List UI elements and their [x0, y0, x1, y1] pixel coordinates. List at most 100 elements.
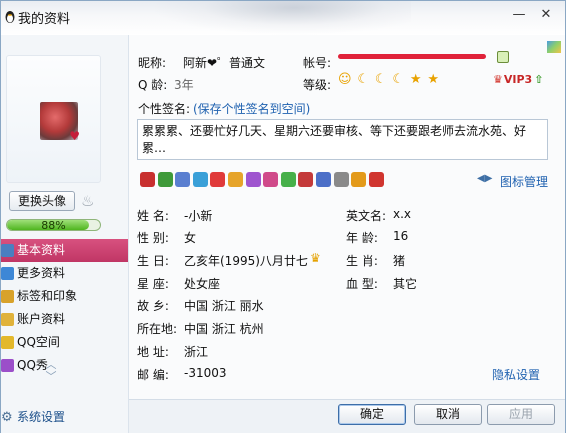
nickname-value[interactable]: 阿新❤゜普通文 [183, 54, 265, 71]
address-value: 浙江 [184, 345, 209, 359]
heart-icon: ♥ [69, 129, 80, 143]
english-name-label: 英文名: [346, 209, 387, 223]
sidebar-item-qqshow[interactable]: QQ秀 [1, 354, 128, 377]
moon-icon: ☾ [374, 72, 387, 87]
profile-card-icon [1, 244, 14, 257]
qzone-icon [1, 336, 14, 349]
vip-crown-icon: ♛ [493, 73, 503, 86]
feature-icon[interactable] [175, 172, 191, 187]
sidebar-item-more-info[interactable]: 更多资料 [1, 262, 128, 285]
feature-icon[interactable] [140, 172, 155, 187]
feature-icon[interactable] [333, 172, 349, 187]
sidebar-item-label: 账户资料 [17, 312, 66, 326]
title-decoration [151, 1, 411, 35]
gender-label: 性 别: [137, 231, 169, 245]
constellation-label: 星 座: [137, 277, 169, 291]
sidebar-item-label: 基本资料 [17, 243, 66, 257]
level-label: 等级: [303, 78, 332, 92]
sidebar-item-label: QQ空间 [17, 335, 60, 349]
feature-icon[interactable] [263, 172, 279, 187]
moon-icon: ☾ [392, 72, 405, 87]
vip-badge[interactable]: ♛VIP3 ⇧ [493, 73, 543, 86]
system-settings-link[interactable]: ⚙ 系统设置 [1, 407, 65, 427]
feature-icon[interactable] [280, 172, 296, 187]
feature-icon[interactable] [227, 172, 243, 187]
blood-type-label: 血 型: [346, 277, 378, 291]
qq-penguin-icon [5, 11, 15, 23]
sidebar-item-label: 标签和印象 [17, 289, 78, 303]
feature-icon[interactable] [298, 172, 314, 187]
arrow-up-icon: ⇧ [534, 73, 544, 86]
account-icon [1, 313, 14, 326]
feature-icon[interactable] [315, 172, 331, 187]
vip-text: VIP3 [503, 73, 533, 86]
more-profile-icon [1, 267, 14, 280]
level-icons[interactable]: ☺ ☾ ☾ ☾ ★ ★ [338, 72, 441, 88]
account-label: 帐号: [303, 56, 332, 70]
close-button[interactable]: ✕ [535, 5, 557, 25]
ok-button[interactable]: 确定 [338, 404, 406, 425]
minimize-button[interactable]: — [508, 5, 530, 25]
button-bar: 确定 取消 应用 [129, 399, 565, 433]
profile-completion-bar: 88% [6, 219, 101, 231]
sidebar-item-basic-info[interactable]: 基本资料 [1, 239, 128, 262]
qage-label: Q 龄: [138, 78, 168, 92]
lightbulb-icon[interactable]: ♨ [81, 192, 97, 210]
birthday-label: 生 日: [137, 254, 169, 268]
chevron-down-icon[interactable]: ﹀ [45, 371, 57, 383]
gear-icon: ⚙ [1, 410, 13, 425]
gender-value: 女 [184, 231, 197, 245]
left-panel: ♥ 更换头像 ♨ 88% 基本资料 更多资料 标签和印象 账户资料 QQ空间 Q… [1, 35, 129, 433]
feature-icon[interactable] [210, 172, 226, 187]
title-bar[interactable]: 我的资料 — ✕ [1, 1, 565, 35]
location-label: 所在地: [137, 322, 178, 336]
location-value: 中国 浙江 杭州 [184, 322, 264, 336]
cancel-button[interactable]: 取消 [414, 404, 482, 425]
system-settings-label: 系统设置 [17, 410, 66, 424]
privacy-settings-link[interactable]: 隐私设置 [492, 366, 540, 383]
star-icon: ★ [427, 72, 439, 87]
signature-label: 个性签名: [138, 102, 191, 116]
sidebar-scroll: ︿ ﹀ [45, 359, 57, 383]
feature-icon[interactable] [368, 172, 384, 187]
zodiac-value: 猪 [393, 254, 406, 268]
icon-strip-arrows[interactable]: ◀▶ [477, 173, 492, 184]
account-redacted [338, 54, 486, 59]
feature-icon[interactable] [192, 172, 208, 187]
sidebar-item-qzone[interactable]: QQ空间 [1, 331, 128, 354]
zodiac-label: 生 肖: [346, 254, 378, 268]
sidebar-item-label: 更多资料 [17, 266, 66, 280]
profile-window: 我的资料 — ✕ ♥ 更换头像 ♨ 88% 基本资料 更多资料 标签和印象 账户… [0, 0, 566, 433]
profile-content: 昵称: 阿新❤゜普通文 帐号: Q 龄: 3年 等级: ☺ ☾ ☾ ☾ ★ ★ … [129, 35, 565, 400]
nickname-label: 昵称: [138, 56, 167, 70]
sidebar-item-tags[interactable]: 标签和印象 [1, 285, 128, 308]
star-icon: ★ [409, 72, 422, 87]
avatar[interactable]: ♥ [40, 102, 80, 143]
feature-icon[interactable] [245, 172, 261, 187]
signature-textarea[interactable]: 累累累、还要忙好几天、星期六还要审核、等下还要跟老师去流水苑、好累… [137, 119, 548, 160]
hometown-value: 中国 浙江 丽水 [184, 299, 264, 313]
postcode-label: 邮 编: [137, 368, 169, 382]
icon-manage-link[interactable]: 图标管理 [500, 173, 548, 190]
postcode-value: -31003 [184, 366, 227, 380]
change-avatar-button[interactable]: 更换头像 [9, 191, 75, 211]
crown-icon: ♛ [310, 251, 321, 265]
qqshow-icon [1, 359, 14, 372]
sidebar-item-account[interactable]: 账户资料 [1, 308, 128, 331]
save-signature-link[interactable]: (保存个性签名到空间) [193, 100, 310, 117]
qage-value: 3年 [174, 78, 194, 92]
sidebar-item-label: QQ秀 [17, 358, 48, 372]
age-label: 年 龄: [346, 231, 378, 245]
feature-icon[interactable] [157, 172, 173, 187]
blood-type-value: 其它 [393, 277, 418, 291]
profile-completion-text: 88% [41, 219, 66, 231]
tag-icon [1, 290, 14, 303]
apply-button[interactable]: 应用 [487, 404, 555, 425]
avatar-frame: ♥ [6, 55, 101, 183]
account-card-icon[interactable] [497, 51, 509, 63]
corner-flag-icon[interactable] [547, 41, 561, 53]
sun-icon: ☺ [338, 72, 352, 87]
name-value: -小新 [184, 209, 213, 223]
name-label: 姓 名: [137, 209, 169, 223]
feature-icon[interactable] [351, 172, 367, 187]
